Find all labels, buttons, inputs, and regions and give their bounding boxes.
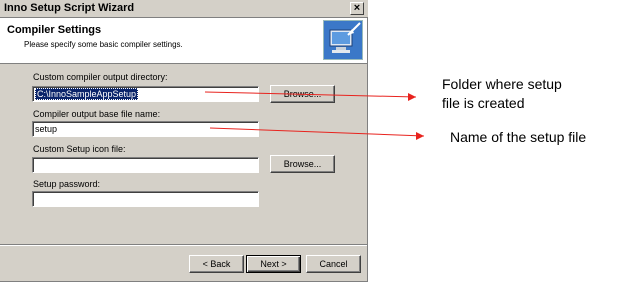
name-arrow-line (209, 127, 425, 137)
annotation-folder-line2: file is created (442, 95, 525, 111)
annotation-folder: Folder where setup file is created (442, 75, 562, 113)
folder-arrow-head (408, 93, 416, 101)
annotation-folder-line1: Folder where setup (442, 76, 562, 92)
folder-arrow-line (204, 91, 417, 98)
name-arrow-head (416, 132, 424, 140)
annotation-name: Name of the setup file (450, 129, 587, 145)
